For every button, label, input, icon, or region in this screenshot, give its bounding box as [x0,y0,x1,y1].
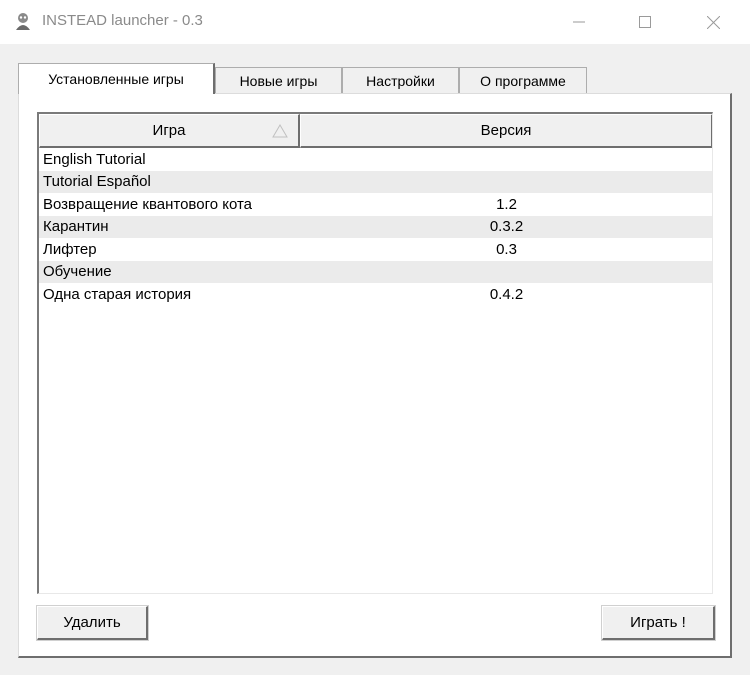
tab-label: Новые игры [239,72,318,89]
game-version: 0.3 [496,240,517,258]
sort-ascending-icon [272,124,288,138]
tab-settings[interactable]: Настройки [342,67,459,93]
list-item[interactable]: Возвращение квантового кота 1.2 [39,193,712,216]
list-item[interactable]: Лифтер 0.3 [39,238,712,261]
list-item[interactable]: Карантин 0.3.2 [39,215,712,238]
title-bar: INSTEAD launcher - 0.3 [0,0,750,44]
tab-new-games[interactable]: Новые игры [215,67,342,93]
game-name: Карантин [43,218,109,236]
tab-label: Установленные игры [48,71,184,87]
column-header-name[interactable]: Игра [39,114,300,148]
play-button[interactable]: Играть ! [601,605,716,641]
tab-bar: Установленные игры Новые игры Настройки … [18,63,732,94]
column-name-label: Игра [152,122,186,139]
minimize-button[interactable] [556,0,602,44]
game-version: 0.3.2 [489,218,524,236]
tab-label: О программе [480,72,566,89]
game-name: Возвращение квантового кота [43,195,253,213]
list-item[interactable]: Одна старая история 0.4.2 [39,283,712,306]
game-name: Лифтер [43,240,97,258]
game-version: 0.4.2 [489,285,524,303]
games-list[interactable]: Игра Версия English Tutorial Tutorial Es… [37,112,713,594]
tab-installed-games[interactable]: Установленные игры [18,63,215,94]
window-title: INSTEAD launcher - 0.3 [42,12,203,29]
game-name: Tutorial Español [43,173,151,191]
list-item[interactable]: English Tutorial [39,148,712,171]
game-name: Одна старая история [43,285,192,303]
column-header-version[interactable]: Версия [300,114,712,148]
column-version-label: Версия [480,122,532,139]
game-name: Обучение [43,263,112,281]
game-name: English Tutorial [43,150,146,168]
close-icon [706,15,720,29]
close-button[interactable] [690,0,736,44]
game-version: 1.2 [496,195,517,213]
maximize-button[interactable] [622,0,668,44]
tab-about[interactable]: О программе [459,67,587,93]
minimize-icon [573,21,585,23]
list-item[interactable]: Tutorial Español [39,170,712,193]
delete-button[interactable]: Удалить [36,605,149,641]
app-icon [16,13,30,30]
maximize-icon [639,16,651,28]
tab-label: Настройки [366,72,435,89]
installed-games-panel: Игра Версия English Tutorial Tutorial Es… [18,93,732,658]
list-item[interactable]: Обучение [39,260,712,283]
list-header: Игра Версия [39,114,712,148]
